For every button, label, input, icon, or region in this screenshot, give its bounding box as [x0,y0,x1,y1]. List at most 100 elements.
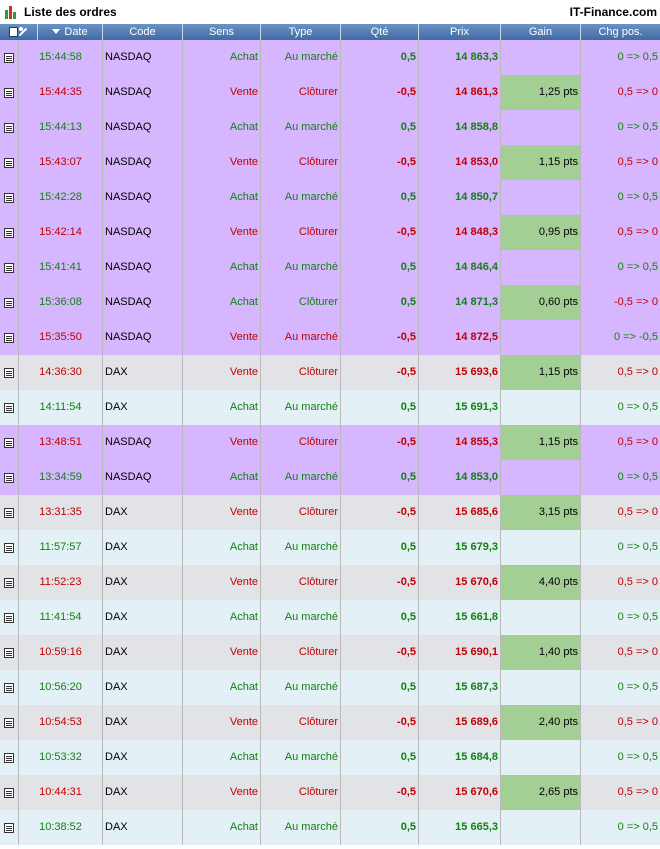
order-detail-cell [0,355,19,390]
table-row[interactable]: 15:43:07 NASDAQ Vente Clôturer -0,5 14 853,0 1… [0,145,660,180]
order-details-icon[interactable] [4,52,14,63]
wrench-icon[interactable] [18,27,28,37]
table-row[interactable]: 10:54:53 DAX Vente Clôturer -0,5 15 689,6 2,40… [0,705,660,740]
table-row[interactable]: 15:42:28 NASDAQ Achat Au marché 0,5 14 850,7 0… [0,180,660,215]
table-row[interactable]: 13:48:51 NASDAQ Vente Clôturer -0,5 14 855,3 1… [0,425,660,460]
order-qty: -0,5 [341,635,419,670]
order-price: 14 848,3 [419,215,501,250]
order-details-icon[interactable] [4,612,14,623]
column-header-code[interactable]: Code [103,24,183,40]
order-time: 10:38:52 [19,810,103,845]
order-details-icon[interactable] [4,577,14,588]
table-row[interactable]: 15:42:14 NASDAQ Vente Clôturer -0,5 14 848,3 0… [0,215,660,250]
order-position-change: 0,5 => 0 [617,226,658,238]
order-code: DAX [103,740,183,775]
order-details-icon[interactable] [4,402,14,413]
order-sens: Vente [183,215,261,250]
order-details-icon[interactable] [4,787,14,798]
table-row[interactable]: 14:11:54 DAX Achat Au marché 0,5 15 691,3 0 =>… [0,390,660,425]
order-detail-cell [0,320,19,355]
order-sens: Achat [183,600,261,635]
table-row[interactable]: 10:56:20 DAX Achat Au marché 0,5 15 687,3 0 =>… [0,670,660,705]
column-header-gain[interactable]: Gain [501,24,581,40]
order-details-icon[interactable] [4,437,14,448]
order-position-change: 0 => 0,5 [617,821,658,833]
order-details-icon[interactable] [4,297,14,308]
column-header-prix[interactable]: Prix [419,24,501,40]
order-details-icon[interactable] [4,682,14,693]
table-row[interactable]: 13:31:35 DAX Vente Clôturer -0,5 15 685,6 3,15… [0,495,660,530]
order-gain: 0,95 pts [501,215,581,250]
order-sens: Vente [183,320,261,355]
order-time: 10:54:53 [19,705,103,740]
order-code: DAX [103,565,183,600]
table-row[interactable]: 15:44:13 NASDAQ Achat Au marché 0,5 14 858,8 0… [0,110,660,145]
order-price: 15 665,3 [419,810,501,845]
table-row[interactable]: 10:38:52 DAX Achat Au marché 0,5 15 665,3 0 =>… [0,810,660,845]
order-position-change: 0 => 0,5 [617,121,658,133]
order-details-icon[interactable] [4,717,14,728]
order-details-icon[interactable] [4,192,14,203]
order-details-icon[interactable] [4,752,14,763]
order-code: DAX [103,670,183,705]
order-sens: Vente [183,355,261,390]
order-detail-cell [0,705,19,740]
order-position-change: 0 => 0,5 [617,401,658,413]
order-details-icon[interactable] [4,87,14,98]
table-row[interactable]: 10:53:32 DAX Achat Au marché 0,5 15 684,8 0 =>… [0,740,660,775]
order-gain: 1,15 pts [501,355,581,390]
table-row[interactable]: 15:41:41 NASDAQ Achat Au marché 0,5 14 846,4 0… [0,250,660,285]
order-details-icon[interactable] [4,122,14,133]
column-header-sens[interactable]: Sens [183,24,261,40]
order-sens: Vente [183,565,261,600]
order-qty: -0,5 [341,355,419,390]
order-price: 15 685,6 [419,495,501,530]
table-row[interactable]: 15:35:50 NASDAQ Vente Au marché -0,5 14 872,5… [0,320,660,355]
order-type: Clôturer [261,495,341,530]
title-bar: Liste des ordres IT-Finance.com [0,0,660,24]
order-details-icon[interactable] [4,157,14,168]
order-detail-cell [0,215,19,250]
table-row[interactable]: 15:44:58 NASDAQ Achat Au marché 0,5 14 863,3 0… [0,40,660,75]
order-price: 14 872,5 [419,320,501,355]
table-row[interactable]: 11:52:23 DAX Vente Clôturer -0,5 15 670,6 4,40… [0,565,660,600]
order-detail-cell [0,285,19,320]
order-details-icon[interactable] [4,647,14,658]
order-details-icon[interactable] [4,822,14,833]
table-row[interactable]: 10:59:16 DAX Vente Clôturer -0,5 15 690,1 1,40… [0,635,660,670]
order-details-icon[interactable] [4,542,14,553]
export-icon[interactable] [9,27,18,37]
order-details-icon[interactable] [4,507,14,518]
column-header-date[interactable]: Date [38,24,103,40]
order-qty: 0,5 [341,810,419,845]
order-time: 11:52:23 [19,565,103,600]
order-sens: Achat [183,670,261,705]
order-time: 13:31:35 [19,495,103,530]
order-details-icon[interactable] [4,332,14,343]
column-header-qty[interactable]: Qté [341,24,419,40]
order-code: DAX [103,705,183,740]
table-row[interactable]: 13:34:59 NASDAQ Achat Au marché 0,5 14 853,0 0… [0,460,660,495]
order-details-icon[interactable] [4,262,14,273]
order-detail-cell [0,110,19,145]
order-detail-cell [0,775,19,810]
order-details-icon[interactable] [4,227,14,238]
order-position-change: 0 => 0,5 [617,471,658,483]
table-row[interactable]: 15:44:35 NASDAQ Vente Clôturer -0,5 14 861,3 1… [0,75,660,110]
table-row[interactable]: 10:44:31 DAX Vente Clôturer -0,5 15 670,6 2,65… [0,775,660,810]
order-details-icon[interactable] [4,367,14,378]
order-position-change: 0,5 => 0 [617,366,658,378]
order-time: 14:36:30 [19,355,103,390]
table-row[interactable]: 15:36:08 NASDAQ Achat Clôturer 0,5 14 871,3 0,… [0,285,660,320]
order-sens: Vente [183,635,261,670]
order-detail-cell [0,425,19,460]
order-code: NASDAQ [103,285,183,320]
order-details-icon[interactable] [4,472,14,483]
order-type: Au marché [261,670,341,705]
order-gain: 1,15 pts [501,425,581,460]
table-row[interactable]: 11:41:54 DAX Achat Au marché 0,5 15 661,8 0 =>… [0,600,660,635]
table-row[interactable]: 11:57:57 DAX Achat Au marché 0,5 15 679,3 0 =>… [0,530,660,565]
table-row[interactable]: 14:36:30 DAX Vente Clôturer -0,5 15 693,6 1,15… [0,355,660,390]
column-header-type[interactable]: Type [261,24,341,40]
column-header-chg-pos[interactable]: Chg pos. [581,24,660,40]
